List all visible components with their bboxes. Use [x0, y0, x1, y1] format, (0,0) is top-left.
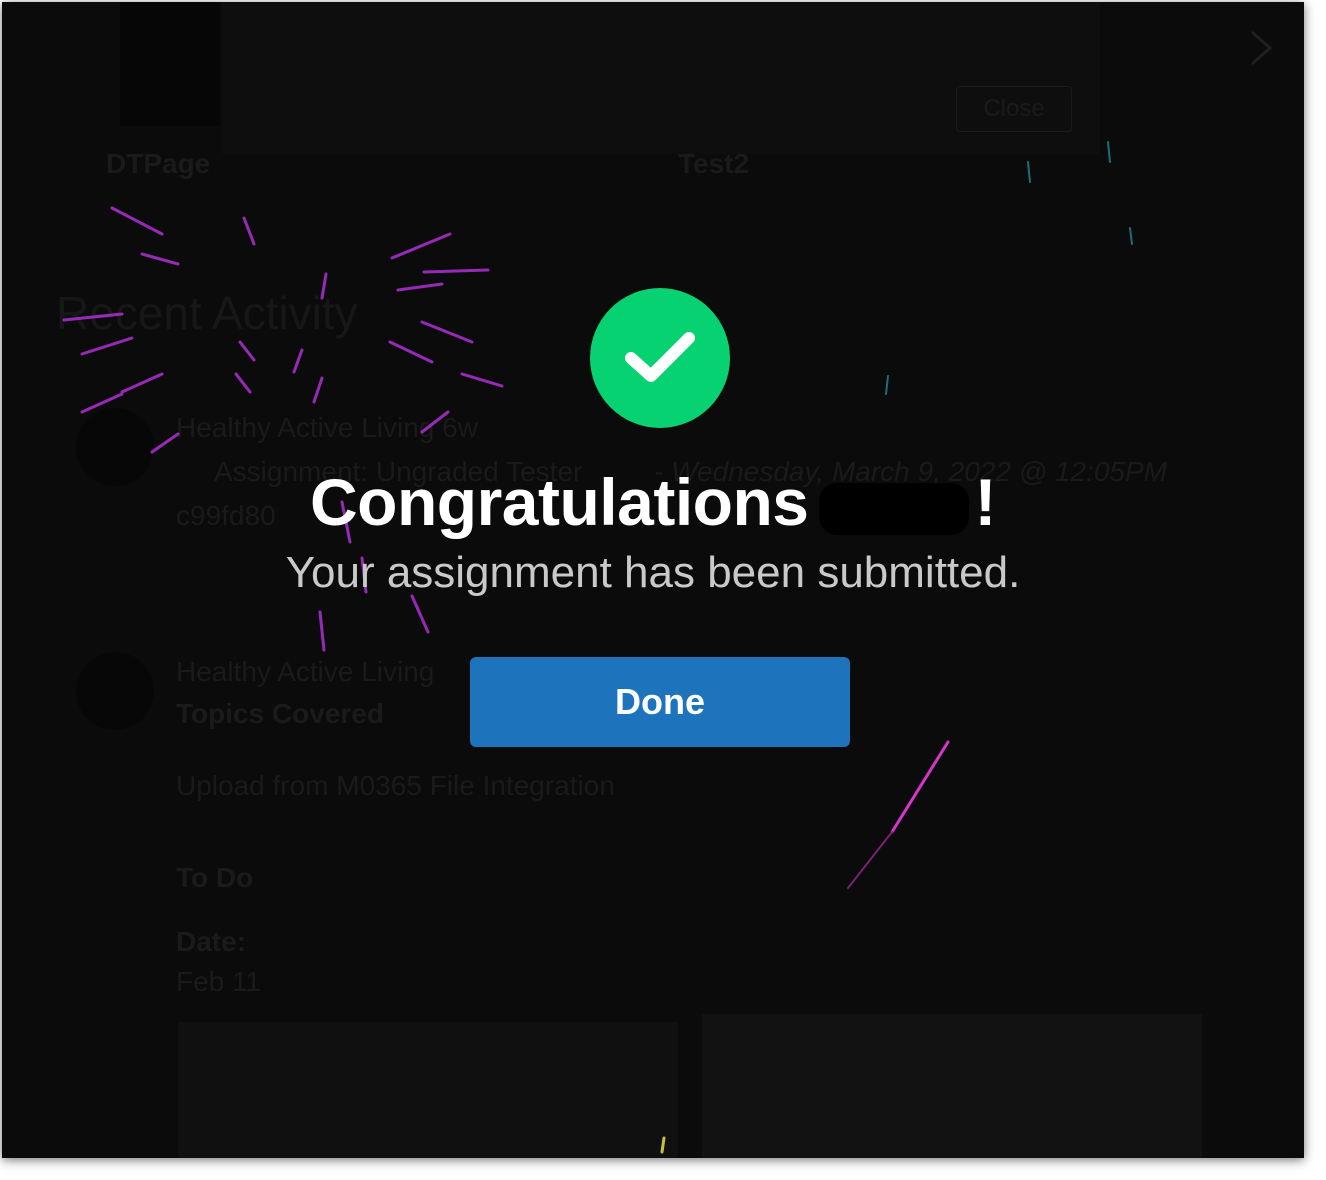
modal-title-exclamation: ! — [974, 465, 997, 539]
redacted-name — [818, 483, 969, 535]
success-modal: Congratulations! Your assignment has bee… — [2, 2, 1304, 1158]
check-icon — [625, 332, 695, 382]
success-badge — [590, 288, 730, 428]
modal-title: Congratulations! — [2, 464, 1304, 540]
done-button[interactable]: Done — [470, 657, 850, 747]
modal-title-text: Congratulations — [310, 465, 809, 539]
app-window: Close DTPage Test2 Recent Activity Healt… — [2, 2, 1304, 1158]
modal-subtitle: Your assignment has been submitted. — [285, 548, 1021, 597]
